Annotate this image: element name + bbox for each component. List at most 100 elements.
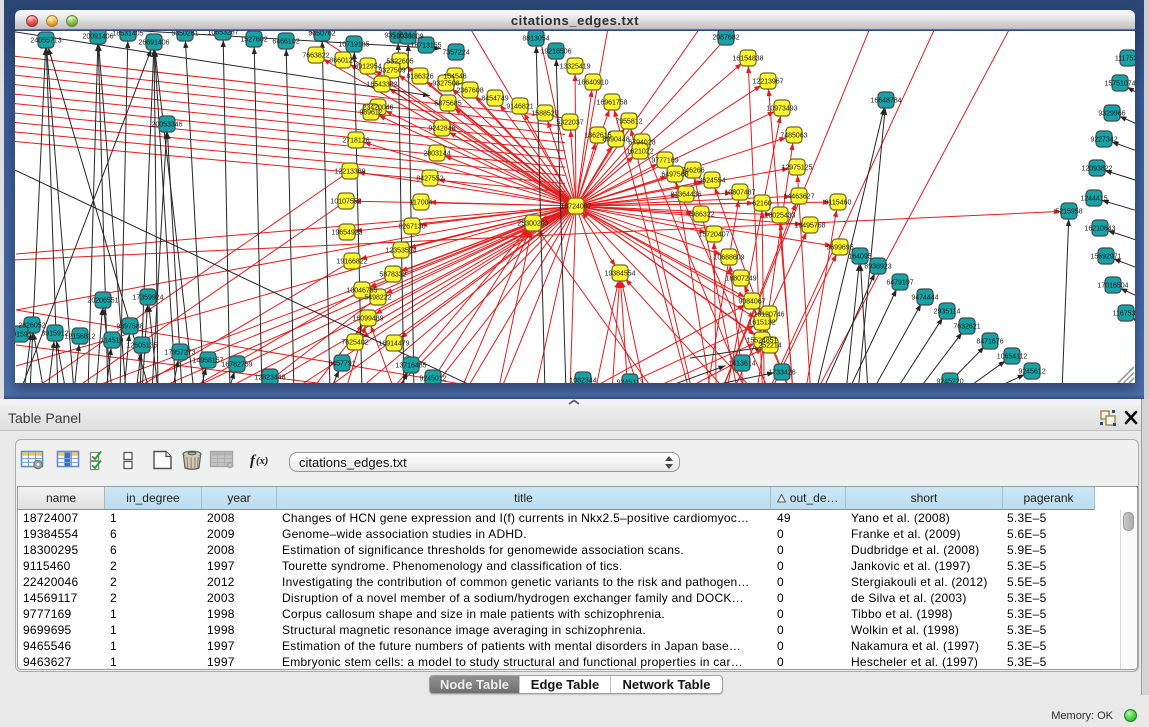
svg-text:10653267: 10653267 xyxy=(207,31,238,37)
svg-text:16713155: 16713155 xyxy=(410,43,441,50)
svg-text:13716485: 13716485 xyxy=(395,363,426,370)
svg-text:16543382: 16543382 xyxy=(366,82,397,89)
svg-text:9245113: 9245113 xyxy=(617,380,644,384)
svg-text:8990448: 8990448 xyxy=(602,137,629,144)
svg-text:8813054: 8813054 xyxy=(522,36,549,43)
svg-text:8660124: 8660124 xyxy=(329,58,356,65)
svg-text:9084067: 9084067 xyxy=(738,299,765,306)
svg-text:1082344: 1082344 xyxy=(569,378,596,384)
svg-text:5498222: 5498222 xyxy=(364,295,391,302)
svg-text:9327508: 9327508 xyxy=(432,81,459,88)
svg-text:24055713: 24055713 xyxy=(30,38,61,45)
svg-text:18531405: 18531405 xyxy=(112,31,143,38)
svg-text:1413614: 1413614 xyxy=(728,361,755,368)
svg-text:5875685: 5875685 xyxy=(434,101,461,108)
svg-text:9457791: 9457791 xyxy=(328,361,355,368)
svg-text:62160: 62160 xyxy=(752,201,772,208)
svg-text:7986322: 7986322 xyxy=(687,212,714,219)
svg-text:9115460: 9115460 xyxy=(825,200,852,207)
svg-text:10033809: 10033809 xyxy=(392,34,423,41)
svg-text:9146821: 9146821 xyxy=(506,104,533,111)
svg-text:13325419: 13325419 xyxy=(559,64,590,71)
svg-text:18724007: 18724007 xyxy=(560,204,591,211)
svg-text:14958157: 14958157 xyxy=(192,358,223,365)
svg-text:8427552: 8427552 xyxy=(416,176,443,183)
svg-text:989612: 989612 xyxy=(359,110,382,117)
svg-text:1167534: 1167534 xyxy=(1113,311,1135,318)
svg-text:12213389: 12213389 xyxy=(334,169,365,176)
svg-text:16099489: 16099489 xyxy=(352,316,383,323)
svg-text:16914479: 16914479 xyxy=(378,341,409,348)
svg-text:10719185: 10719185 xyxy=(338,42,369,49)
svg-text:6479197: 6479197 xyxy=(886,280,913,287)
svg-text:16648784: 16648784 xyxy=(870,98,901,105)
svg-text:10973493: 10973493 xyxy=(766,106,797,113)
svg-text:9245612: 9245612 xyxy=(1018,369,1045,376)
svg-text:9350261: 9350261 xyxy=(171,31,198,38)
svg-text:21364436: 21364436 xyxy=(670,192,701,199)
svg-text:16154838: 16154838 xyxy=(732,56,763,63)
svg-text:9699695: 9699695 xyxy=(826,245,853,252)
svg-text:1615132: 1615132 xyxy=(748,320,775,327)
svg-text:2718126: 2718126 xyxy=(342,138,369,145)
svg-text:19218506: 19218506 xyxy=(540,49,571,56)
svg-text:16640910: 16640910 xyxy=(577,80,608,87)
svg-text:391591: 391591 xyxy=(15,332,32,339)
svg-text:5215958: 5215958 xyxy=(1055,209,1082,216)
svg-text:15692971: 15692971 xyxy=(1090,254,1121,261)
svg-text:5322605: 5322605 xyxy=(386,59,413,66)
svg-text:16120746: 16120746 xyxy=(753,312,784,319)
svg-text:(x): (x) xyxy=(256,456,268,467)
svg-text:14463627: 14463627 xyxy=(783,194,814,201)
svg-text:9227342: 9227342 xyxy=(1090,137,1117,144)
svg-text:2935114: 2935114 xyxy=(934,309,961,316)
svg-text:15751074: 15751074 xyxy=(1104,81,1135,88)
svg-text:10107552: 10107552 xyxy=(330,199,361,206)
svg-text:15720407: 15720407 xyxy=(698,232,729,239)
svg-text:12213967: 12213967 xyxy=(752,79,783,86)
svg-text:18807249: 18807249 xyxy=(725,276,756,283)
svg-text:2367608: 2367608 xyxy=(456,88,483,95)
svg-text:7625402: 7625402 xyxy=(341,340,368,347)
svg-text:164095: 164095 xyxy=(848,254,871,261)
svg-text:17957273: 17957273 xyxy=(164,350,195,357)
svg-text:17359924: 17359924 xyxy=(132,295,163,302)
svg-text:7357224: 7357224 xyxy=(442,50,469,57)
svg-text:19654923: 19654923 xyxy=(331,230,362,237)
svg-text:12353594: 12353594 xyxy=(385,248,416,255)
svg-text:9474444: 9474444 xyxy=(911,295,938,302)
svg-text:1244415: 1244415 xyxy=(1080,196,1107,203)
svg-text:6794028: 6794028 xyxy=(628,140,655,147)
svg-text:9350762: 9350762 xyxy=(308,31,335,38)
svg-text:17016504: 17016504 xyxy=(1097,283,1128,290)
svg-text:10046755: 10046755 xyxy=(346,288,377,295)
svg-text:9329966: 9329966 xyxy=(1098,111,1125,118)
svg-text:16782759: 16782759 xyxy=(221,362,252,369)
svg-text:2803144: 2803144 xyxy=(423,151,450,158)
svg-text:1527602: 1527602 xyxy=(240,37,267,44)
svg-text:19166822: 19166822 xyxy=(336,259,367,266)
svg-text:1621022: 1621022 xyxy=(626,149,653,156)
svg-text:8267130: 8267130 xyxy=(398,224,425,231)
svg-text:2087682: 2087682 xyxy=(712,35,739,42)
svg-text:7632621: 7632621 xyxy=(953,324,980,331)
svg-text:3624554: 3624554 xyxy=(698,178,725,185)
svg-text:117004: 117004 xyxy=(410,200,433,207)
svg-text:252214: 252214 xyxy=(758,343,781,350)
svg-text:12505135: 12505135 xyxy=(126,343,157,350)
svg-text:1117532: 1117532 xyxy=(1115,56,1135,63)
svg-text:8938923: 8938923 xyxy=(864,264,891,271)
svg-text:8186326: 8186326 xyxy=(406,74,433,81)
svg-text:12823448: 12823448 xyxy=(254,375,285,382)
svg-text:20053346: 20053346 xyxy=(151,122,182,129)
svg-text:16961758: 16961758 xyxy=(596,100,627,107)
svg-text:5878332: 5878332 xyxy=(379,272,406,279)
svg-text:7955812: 7955812 xyxy=(615,119,642,126)
svg-text:8471676: 8471676 xyxy=(976,339,1003,346)
svg-text:25300203: 25300203 xyxy=(517,221,548,228)
svg-text:5322037: 5322037 xyxy=(556,120,583,127)
svg-text:1588520: 1588520 xyxy=(531,111,558,118)
svg-text:10688609: 10688609 xyxy=(713,255,744,262)
svg-text:7663822: 7663822 xyxy=(302,53,329,60)
svg-text:1733426: 1733426 xyxy=(768,370,795,377)
